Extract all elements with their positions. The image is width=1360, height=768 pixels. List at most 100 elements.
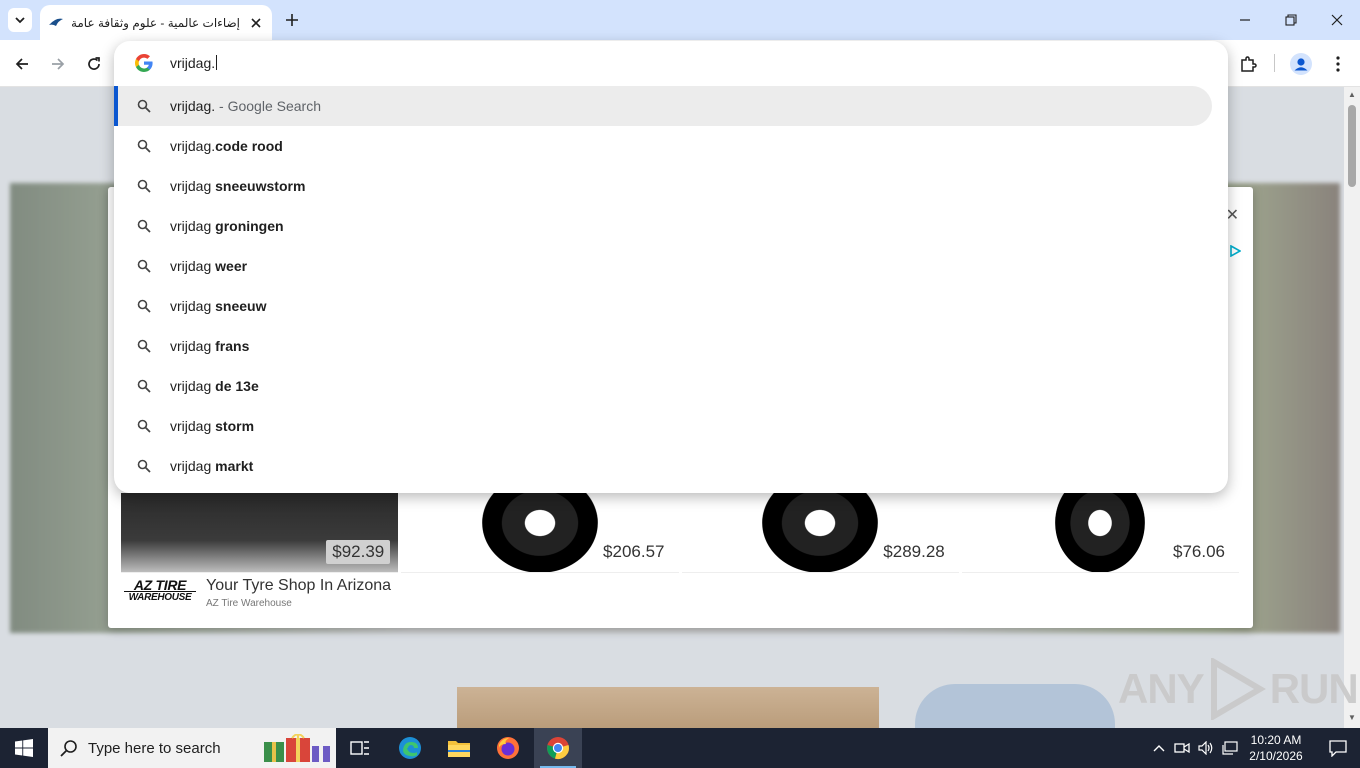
kebab-menu-icon <box>1336 56 1340 72</box>
tire-image <box>762 493 879 572</box>
suggestion-prefix: vrijdag <box>170 458 216 474</box>
clock-date: 2/10/2026 <box>1249 749 1303 763</box>
search-icon <box>137 179 151 193</box>
profile-button[interactable] <box>1287 50 1315 78</box>
suggestion-completion: storm <box>215 418 255 434</box>
omnibox-suggestion[interactable]: vrijdag sneeuwstorm <box>114 166 1228 206</box>
arrow-left-icon <box>15 58 28 70</box>
task-view-button[interactable] <box>336 728 384 768</box>
task-view-icon <box>350 741 369 755</box>
suggestion-completion: code rood <box>215 138 283 154</box>
watermark-text-right: RUN <box>1269 665 1359 712</box>
edge-app-button[interactable] <box>386 728 434 768</box>
ad-headline[interactable]: Your Tyre Shop In Arizona <box>206 577 391 595</box>
restore-button[interactable] <box>1268 6 1314 34</box>
reload-button[interactable] <box>80 50 108 78</box>
meet-now-icon[interactable] <box>1172 728 1192 768</box>
forward-button[interactable] <box>44 50 72 78</box>
omnibox-input[interactable]: vrijdag. <box>114 41 1228 85</box>
search-icon <box>137 419 151 433</box>
ad-brand-row[interactable]: AZ TIRE WAREHOUSE Your Tyre Shop In Ariz… <box>124 577 391 609</box>
system-clock[interactable]: 10:20 AM 2/10/2026 <box>1236 732 1316 764</box>
product-price: $92.39 <box>326 540 391 564</box>
site-favicon-icon <box>48 15 64 31</box>
suggestion-completion: sneeuw <box>215 298 267 314</box>
omnibox-suggestion[interactable]: vrijdag.code rood <box>114 126 1228 166</box>
blurred-article-image <box>457 687 879 728</box>
suggestion-completion: groningen <box>215 218 284 234</box>
omnibox-suggestion[interactable]: vrijdag sneeuw <box>114 286 1228 326</box>
notification-center-button[interactable] <box>1316 728 1360 768</box>
tab-close-icon[interactable] <box>248 15 264 31</box>
file-explorer-button[interactable] <box>435 728 483 768</box>
close-window-button[interactable] <box>1314 6 1360 34</box>
suggestion-prefix: vrijdag <box>170 378 216 394</box>
adchoices-icon[interactable] <box>1229 245 1241 257</box>
text-caret <box>216 55 218 70</box>
play-logo-icon <box>1210 658 1266 720</box>
scroll-up-icon[interactable]: ▲ <box>1348 91 1356 99</box>
extensions-button[interactable] <box>1234 50 1262 78</box>
search-icon <box>137 299 151 313</box>
menu-button[interactable] <box>1324 50 1352 78</box>
tray-overflow-icon[interactable] <box>1150 728 1168 768</box>
product-price: $76.06 <box>1167 540 1231 564</box>
notification-icon <box>1329 740 1347 757</box>
omnibox-suggestion[interactable]: vrijdag markt <box>114 446 1228 486</box>
suggestion-prefix: vrijdag. <box>170 98 216 114</box>
suggestion-text: vrijdag de 13e <box>170 378 259 394</box>
suggestion-completion: markt <box>215 458 254 474</box>
puzzle-icon <box>1241 56 1257 72</box>
omnibox-popup: vrijdag. vrijdag. - Google Search vrijdag… <box>114 41 1228 493</box>
suggestion-text: vrijdag sneeuwstorm <box>170 178 305 194</box>
toolbar-divider <box>1274 54 1275 72</box>
chrome-icon <box>547 737 569 759</box>
search-icon <box>137 379 151 393</box>
omnibox-suggestion[interactable]: vrijdag weer <box>114 246 1228 286</box>
windows-taskbar: Type here to search 10:20 AM 2/10/2026 <box>0 728 1360 768</box>
search-icon <box>137 259 151 273</box>
volume-icon[interactable] <box>1196 728 1216 768</box>
product-price: $206.57 <box>597 540 671 564</box>
google-g-icon <box>135 54 153 72</box>
product-card[interactable]: $76.06 <box>961 493 1239 573</box>
product-card[interactable]: $206.57 <box>401 493 679 573</box>
omnibox-suggestion[interactable]: vrijdag groningen <box>114 206 1228 246</box>
suggestion-text: vrijdag sneeuw <box>170 298 267 314</box>
product-card[interactable]: $92.39 <box>121 493 399 573</box>
suggestion-completion: de 13e <box>215 378 259 394</box>
omnibox-suggestion[interactable]: vrijdag. - Google Search <box>114 86 1212 126</box>
avatar-icon <box>1290 53 1312 75</box>
omnibox-suggestion[interactable]: vrijdag frans <box>114 326 1228 366</box>
ad-advertiser: AZ Tire Warehouse <box>206 598 292 609</box>
product-card[interactable]: $289.28 <box>681 493 959 573</box>
reload-icon <box>88 57 100 70</box>
start-button[interactable] <box>0 728 48 768</box>
firefox-icon <box>497 737 519 759</box>
suggestion-prefix: vrijdag <box>170 258 216 274</box>
chrome-app-button[interactable] <box>534 728 582 768</box>
omnibox-suggestion[interactable]: vrijdag de 13e <box>114 366 1228 406</box>
suggestion-prefix: vrijdag <box>170 418 216 434</box>
search-icon <box>137 99 151 113</box>
search-icon <box>60 740 77 757</box>
tire-image <box>1055 493 1146 572</box>
scrollbar-thumb[interactable] <box>1348 105 1356 187</box>
omnibox-suggestion[interactable]: vrijdag storm <box>114 406 1228 446</box>
back-button[interactable] <box>8 50 36 78</box>
tab-search-button[interactable] <box>8 8 32 32</box>
suggestion-list: vrijdag. - Google Search vrijdag.code roo… <box>114 86 1228 486</box>
minimize-button[interactable] <box>1222 6 1268 34</box>
taskbar-search[interactable]: Type here to search <box>48 728 336 768</box>
firefox-app-button[interactable] <box>484 728 532 768</box>
page-scrollbar[interactable]: ▲ ▼ <box>1344 87 1360 728</box>
search-icon <box>137 339 151 353</box>
active-tab[interactable]: إضاءات عالمية - علوم وثقافة عامة <box>40 5 272 40</box>
omnibox-query[interactable]: vrijdag. <box>170 55 218 71</box>
chevron-down-icon <box>15 17 25 24</box>
suggestion-text: vrijdag frans <box>170 338 249 354</box>
new-tab-button[interactable] <box>281 9 303 31</box>
suggestion-description: - Google Search <box>215 98 321 114</box>
suggestion-text: vrijdag storm <box>170 418 254 434</box>
suggestion-completion: frans <box>215 338 250 354</box>
